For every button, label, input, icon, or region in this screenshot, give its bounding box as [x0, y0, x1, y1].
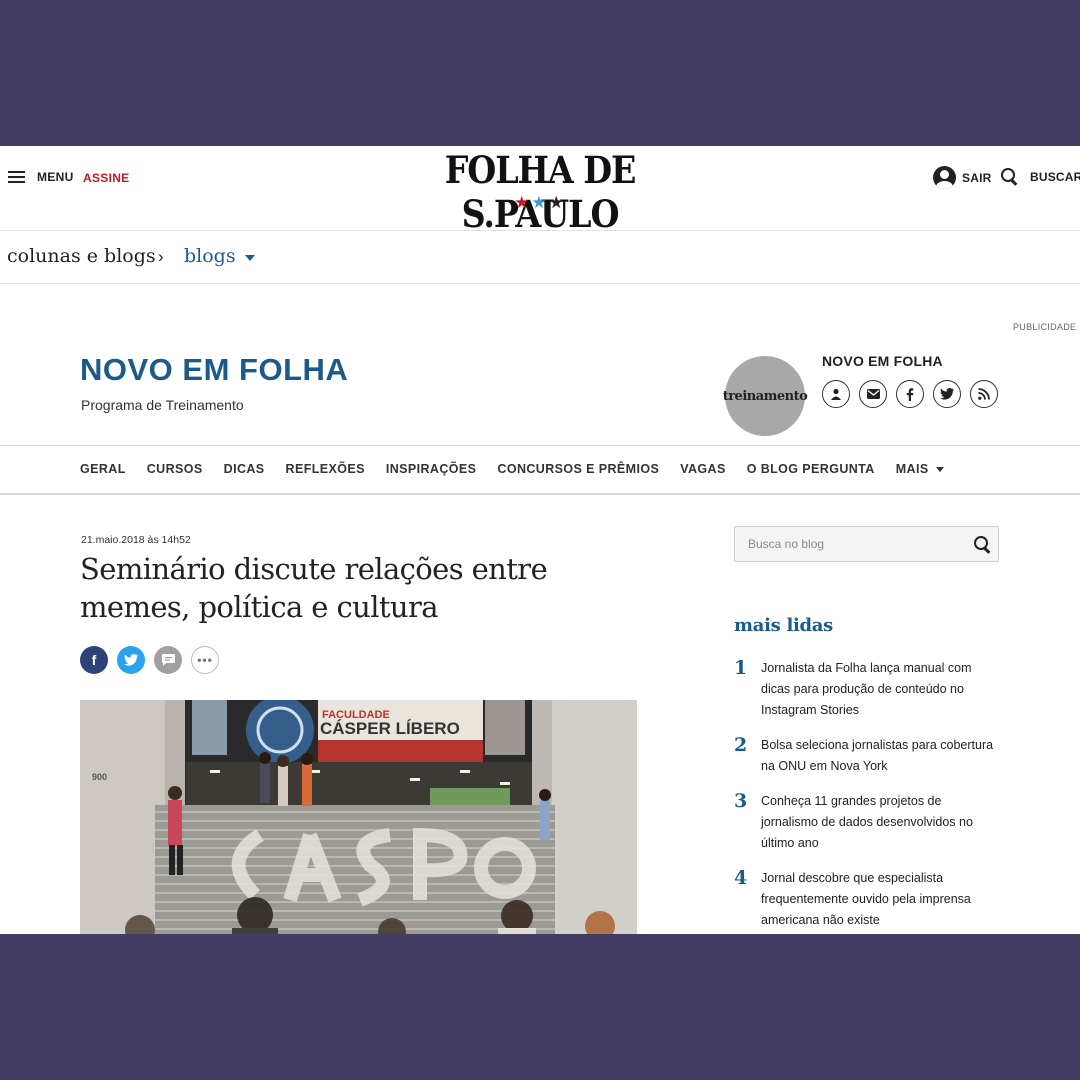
rank-link[interactable]: Conheça 11 grandes projetos de jornalism… [761, 791, 994, 854]
nav-item-reflexoes[interactable]: REFLEXÕES [286, 462, 365, 476]
list-item[interactable]: 2 Bolsa seleciona jornalistas para cober… [734, 734, 994, 777]
logo-stars: ★★★ [510, 193, 570, 213]
user-icon [933, 166, 956, 189]
breadcrumb-section-link[interactable]: colunas e blogs [7, 245, 156, 267]
subscribe-link[interactable]: ASSINE [83, 171, 129, 185]
rank-link[interactable]: Jornal descobre que especialista frequen… [761, 868, 994, 931]
blog-social-links [822, 380, 998, 408]
nav-item-cursos[interactable]: CURSOS [147, 462, 203, 476]
star-icon: ★ [514, 193, 532, 212]
nav-item-dicas[interactable]: DICAS [224, 462, 265, 476]
nav-item-geral[interactable]: GERAL [80, 462, 126, 476]
search-icon[interactable] [974, 536, 991, 553]
menu-button[interactable]: MENU [8, 170, 74, 184]
logout-button[interactable]: SAIR [933, 166, 991, 189]
comment-icon [161, 654, 175, 666]
avatar-text: treinamento [722, 388, 808, 404]
nav-item-concursos[interactable]: CONCURSOS E PRÊMIOS [497, 462, 659, 476]
facebook-share-button[interactable]: f [80, 646, 108, 674]
star-icon: ★ [531, 193, 549, 212]
menu-label: MENU [37, 170, 74, 184]
facebook-icon: f [91, 652, 97, 668]
rank-number: 2 [734, 734, 748, 756]
browser-page: MENU ASSINE FOLHA DE S.PAULO ★★★ SAIR BU… [0, 146, 1080, 934]
rank-number: 3 [734, 790, 748, 812]
site-logo[interactable]: FOLHA DE S.PAULO [387, 148, 693, 236]
blog-avatar: treinamento [722, 356, 808, 436]
blog-author-name: NOVO EM FOLHA [822, 353, 943, 369]
most-read-title: mais lidas [734, 615, 834, 636]
twitter-icon[interactable] [933, 380, 961, 408]
nav-item-mais[interactable]: MAIS [896, 462, 944, 476]
logout-label: SAIR [962, 170, 992, 185]
more-options-button[interactable]: ••• [191, 646, 219, 674]
twitter-share-button[interactable] [117, 646, 145, 674]
share-bar: f ••• [80, 646, 219, 674]
rss-icon[interactable] [970, 380, 998, 408]
breadcrumb: colunas e blogs › blogs [0, 231, 1080, 284]
person-icon[interactable] [822, 380, 850, 408]
chevron-down-icon [935, 467, 944, 473]
nav-item-vagas[interactable]: VAGAS [680, 462, 726, 476]
rank-link[interactable]: Jornalista da Folha lança manual com dic… [761, 658, 994, 721]
blog-search-input[interactable] [735, 527, 965, 561]
nav-more-label: MAIS [895, 462, 929, 476]
article-date: 21.maio.2018 às 14h52 [81, 534, 191, 546]
breadcrumb-current-link[interactable]: blogs [184, 245, 236, 267]
search-label: BUSCAR [1030, 169, 1080, 184]
list-item[interactable]: 1 Jornalista da Folha lança manual com d… [734, 657, 994, 721]
nav-item-inspiracoes[interactable]: INSPIRAÇÕES [386, 462, 477, 476]
star-icon: ★ [548, 193, 566, 212]
blog-title[interactable]: NOVO EM FOLHA [80, 352, 348, 388]
comment-button[interactable] [154, 646, 182, 674]
rank-link[interactable]: Bolsa seleciona jornalistas para cobertu… [761, 735, 994, 777]
most-read-list: 1 Jornalista da Folha lança manual com d… [734, 657, 994, 934]
blog-subtitle: Programa de Treinamento [81, 397, 244, 413]
site-header: MENU ASSINE FOLHA DE S.PAULO ★★★ SAIR BU… [0, 146, 1080, 236]
list-item[interactable]: 3 Conheça 11 grandes projetos de jornali… [734, 790, 994, 854]
blog-nav-items: GERAL CURSOS DICAS REFLEXÕES INSPIRAÇÕES… [80, 462, 965, 476]
nav-item-blog-pergunta[interactable]: O BLOG PERGUNTA [747, 462, 875, 476]
blog-nav: GERAL CURSOS DICAS REFLEXÕES INSPIRAÇÕES… [0, 445, 1080, 495]
building-number: 900 [92, 772, 107, 782]
photo-sign-name: CÁSPER LÍBERO [320, 719, 460, 738]
chevron-right-icon: › [158, 247, 164, 266]
blog-search-box [734, 526, 999, 562]
search-icon [1001, 168, 1018, 185]
article-photo-image: 900 FACULDADE CÁSPER LÍBERO [80, 700, 637, 934]
article-photo[interactable]: 900 FACULDADE CÁSPER LÍBERO [80, 700, 637, 934]
mail-icon[interactable] [859, 380, 887, 408]
hamburger-icon [8, 171, 25, 183]
rank-number: 4 [734, 867, 748, 889]
chevron-down-icon[interactable] [245, 255, 255, 261]
search-button[interactable]: BUSCAR [1001, 168, 1080, 185]
twitter-icon [124, 654, 138, 666]
ellipsis-icon: ••• [197, 653, 213, 667]
rank-number: 1 [734, 657, 748, 679]
article-headline: Seminário discute relações entre memes, … [80, 552, 548, 624]
facebook-icon[interactable] [896, 380, 924, 408]
ad-label: PUBLICIDADE [1013, 322, 1077, 332]
list-item[interactable]: 4 Jornal descobre que especialista frequ… [734, 867, 994, 931]
